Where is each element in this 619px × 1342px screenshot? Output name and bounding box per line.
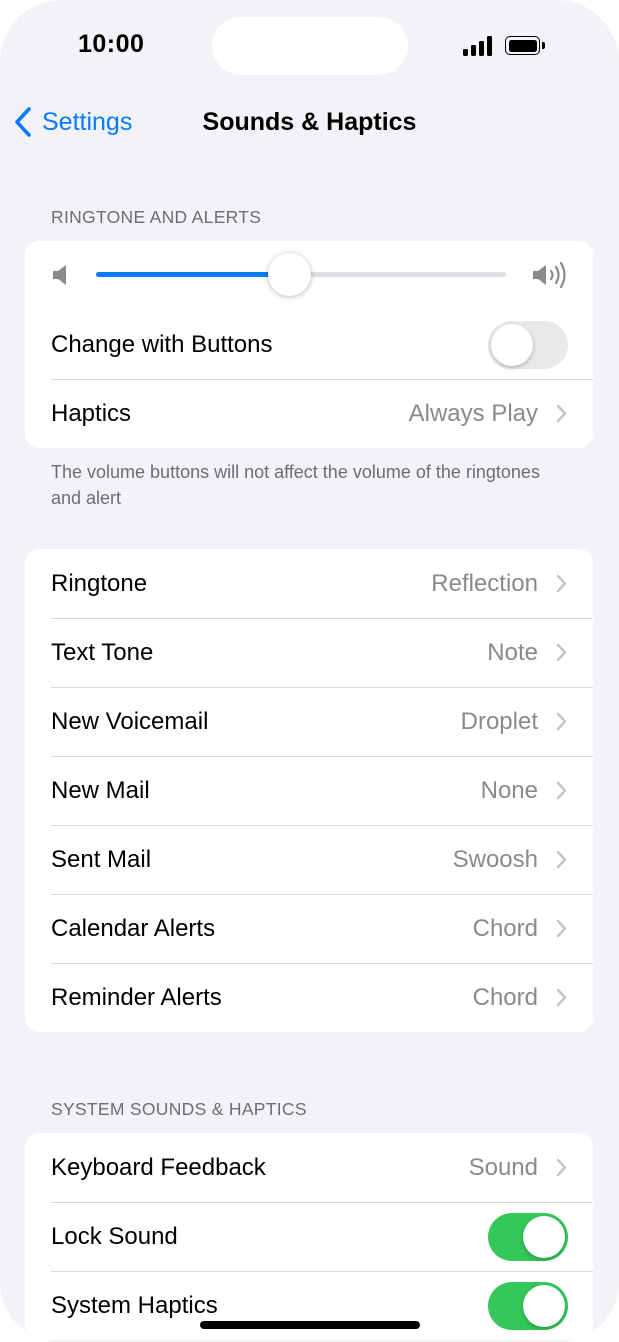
chevron-right-icon [556,574,567,593]
battery-icon [505,36,545,55]
change-with-buttons-row: Change with Buttons [25,310,593,379]
tone-row-new-mail[interactable]: New Mail None [25,756,593,825]
system-haptics-toggle[interactable] [488,1282,568,1330]
chevron-right-icon [556,850,567,869]
keyboard-feedback-row[interactable]: Keyboard Feedback Sound [25,1133,593,1202]
tones-group: Ringtone Reflection Text Tone Note New V… [25,549,593,1032]
haptics-value: Always Play [408,399,538,427]
home-indicator [200,1321,420,1329]
volume-slider-thumb[interactable] [267,253,311,296]
chevron-right-icon [556,712,567,731]
tone-row-ringtone[interactable]: Ringtone Reflection [25,549,593,618]
chevron-right-icon [556,643,567,662]
change-with-buttons-label: Change with Buttons [51,330,273,358]
volume-footer-note: The volume buttons will not affect the v… [51,462,540,508]
speaker-low-icon [53,265,66,285]
tone-value: Droplet [460,707,538,735]
tone-label: Sent Mail [51,845,152,873]
tone-label: Reminder Alerts [51,983,222,1011]
tone-row-calendar-alerts[interactable]: Calendar Alerts Chord [25,894,593,963]
system-sounds-group: Keyboard Feedback Sound Lock Sound Syste… [25,1133,593,1340]
haptics-row[interactable]: Haptics Always Play [25,379,593,448]
lock-sound-label: Lock Sound [51,1222,178,1250]
tone-value: Note [487,638,538,666]
tone-value: Chord [472,914,538,942]
chevron-right-icon [556,1158,567,1177]
tone-label: Calendar Alerts [51,914,216,942]
volume-slider[interactable] [96,253,506,296]
system-haptics-row: System Haptics [25,1271,593,1340]
keyboard-feedback-value: Sound [468,1153,538,1181]
volume-slider-row [25,241,593,310]
tone-row-reminder-alerts[interactable]: Reminder Alerts Chord [25,963,593,1032]
tone-value: Chord [472,983,538,1011]
back-button[interactable]: Settings [12,102,132,142]
lock-sound-row: Lock Sound [25,1202,593,1271]
volume-slider-fill [96,272,289,277]
tone-row-sent-mail[interactable]: Sent Mail Swoosh [25,825,593,894]
chevron-right-icon [556,404,567,423]
tone-value: Reflection [431,569,538,597]
speaker-high-icon [533,261,566,289]
chevron-right-icon [556,781,567,800]
haptics-label: Haptics [51,399,132,427]
tone-label: New Voicemail [51,707,209,735]
chevron-right-icon [556,919,567,938]
dynamic-island [212,17,408,75]
status-time: 10:00 [78,30,145,58]
system-haptics-label: System Haptics [51,1291,218,1319]
change-with-buttons-toggle[interactable] [488,321,568,369]
tone-row-text-tone[interactable]: Text Tone Note [25,618,593,687]
section-header-system: SYSTEM SOUNDS & HAPTICS [51,1099,307,1119]
tone-label: Ringtone [51,569,148,597]
tone-label: Text Tone [51,638,154,666]
chevron-right-icon [556,988,567,1007]
lock-sound-toggle[interactable] [488,1213,568,1261]
keyboard-feedback-label: Keyboard Feedback [51,1153,266,1181]
status-bar: 10:00 [0,0,619,92]
cellular-signal-icon [463,36,495,56]
back-chevron-icon [15,107,31,137]
back-button-label: Settings [42,107,133,136]
phone-screen: 10:00 Sounds & Haptics Settings RINGTONE… [0,0,619,1342]
navigation-bar: Sounds & Haptics Settings [0,92,619,152]
tone-value: None [480,776,538,804]
section-header-ringtone: RINGTONE AND ALERTS [51,207,262,227]
tone-value: Swoosh [452,845,538,873]
tone-label: New Mail [51,776,150,804]
tone-row-new-voicemail[interactable]: New Voicemail Droplet [25,687,593,756]
ringtone-alerts-group: Change with Buttons Haptics Always Play [25,241,593,448]
